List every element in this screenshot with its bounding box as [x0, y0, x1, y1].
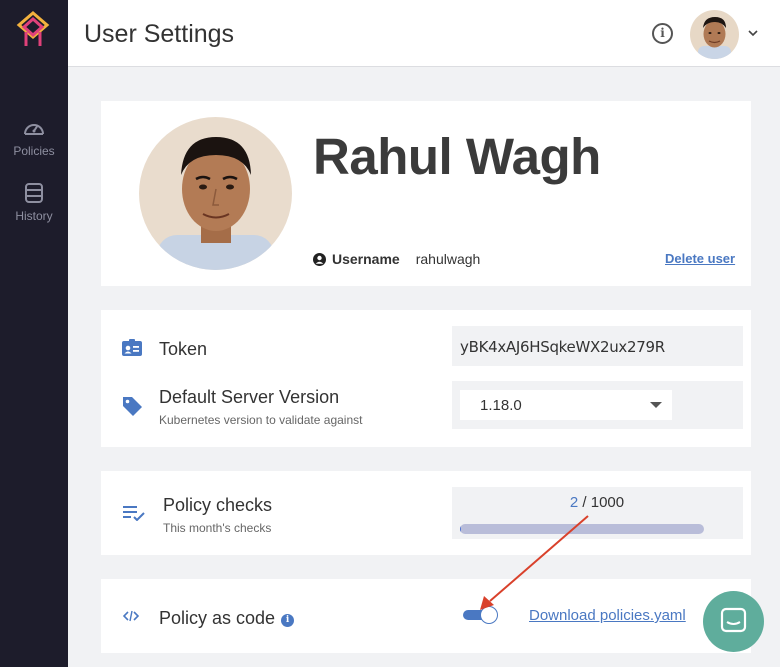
username-label: Username [332, 251, 400, 267]
token-field[interactable]: yBK4xAJ6HSqkeWX2ux279R [452, 326, 743, 366]
code-icon [123, 610, 139, 622]
token-card: Token yBK4xAJ6HSqkeWX2ux279R Default Ser… [101, 310, 751, 447]
checks-progress-bar [460, 524, 704, 534]
server-version-select[interactable]: 1.18.0 [460, 390, 672, 420]
policy-checks-card: Policy checks This month's checks 2 / 10… [101, 471, 751, 555]
sidebar-item-history[interactable]: History [0, 183, 68, 223]
checks-separator: / [578, 494, 591, 511]
checks-count: 2 / 1000 [452, 494, 742, 511]
checks-total: 1000 [590, 494, 625, 511]
server-version-sub: Kubernetes version to validate against [159, 413, 363, 427]
policy-as-code-card: Policy as code i Download policies.yaml [101, 579, 751, 653]
user-circle-icon [313, 252, 326, 266]
server-version-value: 1.18.0 [480, 397, 522, 414]
info-circle-icon[interactable]: i [652, 23, 673, 44]
sidebar-item-label: Policies [13, 144, 55, 158]
sidebar-item-label: History [15, 209, 53, 223]
checks-used: 2 [569, 494, 579, 511]
policy-checks-usage: 2 / 1000 [452, 487, 743, 539]
username-row: Username rahulwagh [313, 251, 480, 267]
checklist-icon [123, 506, 145, 521]
toggle-knob [480, 606, 498, 624]
top-bar: User Settings i [68, 0, 780, 67]
profile-avatar [139, 117, 292, 270]
user-name: Rahul Wagh [313, 128, 601, 185]
server-version-field: 1.18.0 [452, 381, 743, 429]
policy-as-code-text: Policy as code [159, 608, 276, 628]
policy-as-code-label: Policy as code i [159, 608, 295, 629]
chat-icon [720, 607, 747, 633]
token-label: Token [159, 339, 208, 359]
policy-checks-sub: This month's checks [163, 521, 272, 535]
policy-as-code-toggle[interactable] [463, 606, 498, 624]
tag-icon [123, 397, 142, 416]
policy-checks-label: Policy checks [163, 495, 273, 515]
info-icon[interactable]: i [281, 614, 295, 627]
server-version-label: Default Server Version [159, 387, 340, 407]
chevron-down-icon[interactable] [748, 30, 758, 37]
username-value: rahulwagh [415, 251, 481, 267]
token-value: yBK4xAJ6HSqkeWX2ux279R [460, 338, 665, 356]
delete-user-link[interactable]: Delete user [665, 251, 735, 266]
database-icon [25, 183, 43, 203]
profile-card: Rahul Wagh Username rahulwagh Delete use… [101, 101, 751, 286]
id-card-icon [122, 339, 142, 356]
download-policies-link[interactable]: Download policies.yaml [529, 607, 686, 624]
app-logo[interactable] [14, 10, 52, 50]
user-avatar[interactable] [690, 10, 739, 59]
speedometer-icon [24, 124, 44, 135]
sidebar: Policies History [0, 0, 68, 667]
chat-launcher-button[interactable] [703, 591, 764, 652]
caret-down-icon [650, 402, 662, 408]
page-title: User Settings [84, 20, 235, 48]
sidebar-item-policies[interactable]: Policies [0, 118, 68, 158]
